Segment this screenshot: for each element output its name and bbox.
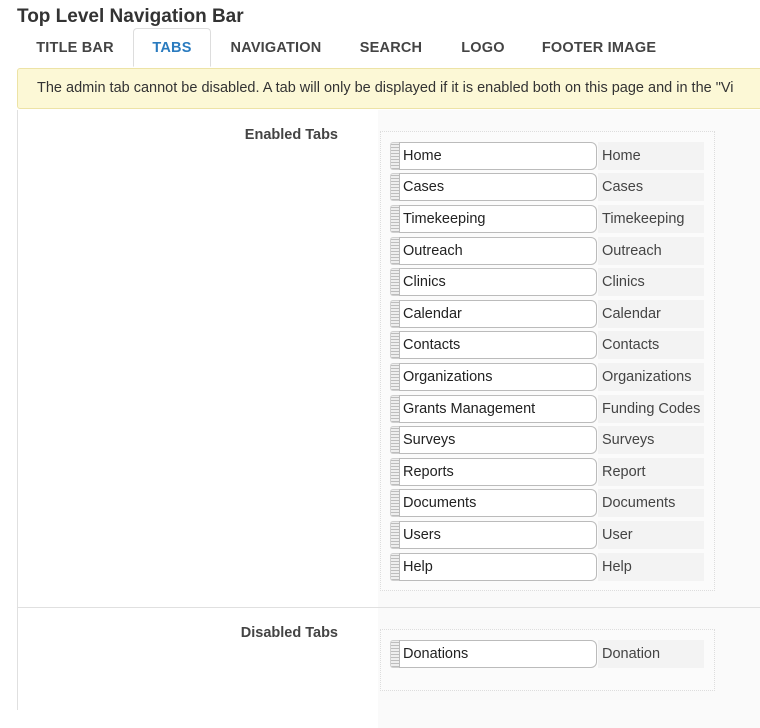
tab-default-name: Funding Codes	[598, 394, 704, 423]
tab-row[interactable]: Organizations	[390, 361, 704, 393]
disabled-tabs-list: Donation	[380, 629, 715, 691]
disabled-tabs-label: Disabled Tabs	[240, 625, 338, 641]
section-divider	[17, 607, 760, 608]
tab-name-input[interactable]	[399, 268, 597, 297]
drag-handle-icon[interactable]	[390, 394, 399, 423]
tab-name-input[interactable]	[399, 173, 597, 202]
tab-name-input[interactable]	[399, 331, 597, 360]
tab-row[interactable]: Report	[390, 456, 704, 488]
drag-handle-icon[interactable]	[390, 299, 399, 328]
tab-default-name: Outreach	[598, 236, 704, 265]
tab-default-name: Report	[598, 457, 704, 486]
tab-footer-image[interactable]: FOOTER IMAGE	[525, 28, 673, 67]
settings-panel: Enabled Tabs Home CasesTimekeeping Outreac…	[17, 110, 760, 728]
tab-row[interactable]: User	[390, 519, 704, 551]
drag-handle-icon[interactable]	[390, 141, 399, 170]
tab-row[interactable]: Contacts	[390, 330, 704, 362]
enabled-tabs-list: Home CasesTimekeeping Outreach ClinicsCalen…	[380, 131, 715, 592]
tab-default-name: Clinics	[598, 268, 704, 297]
tab-navigation[interactable]: NAVIGATION	[213, 28, 339, 67]
tab-default-name: Donation	[598, 639, 704, 668]
drag-handle-icon[interactable]	[390, 552, 399, 581]
tab-row[interactable]: Cases	[390, 172, 704, 204]
tab-row[interactable]: Calendar	[390, 298, 704, 330]
tab-row[interactable]: Documents	[390, 488, 704, 520]
tab-row[interactable]: Home	[390, 140, 704, 172]
tab-title-bar[interactable]: TITLE BAR	[17, 28, 133, 67]
tab-default-name: Contacts	[598, 331, 704, 360]
tab-name-input[interactable]	[399, 639, 597, 668]
tab-search[interactable]: SEARCH	[341, 28, 441, 67]
tab-default-name: User	[598, 520, 704, 549]
tab-row[interactable]: Timekeeping	[390, 203, 704, 235]
drag-handle-icon[interactable]	[390, 236, 399, 265]
tab-default-name: Organizations	[598, 362, 704, 391]
tab-row[interactable]: Help	[390, 551, 704, 583]
tab-name-input[interactable]	[399, 362, 597, 391]
tab-name-input[interactable]	[399, 552, 597, 581]
tab-row[interactable]: Clinics	[390, 266, 704, 298]
tab-name-input[interactable]	[399, 299, 597, 328]
tab-row[interactable]: Donation	[390, 638, 704, 670]
drag-handle-icon[interactable]	[390, 489, 399, 518]
drag-handle-icon[interactable]	[390, 268, 399, 297]
drag-handle-icon[interactable]	[390, 639, 399, 668]
tab-name-input[interactable]	[399, 489, 597, 518]
tab-logo[interactable]: LOGO	[443, 28, 523, 67]
tab-name-input[interactable]	[399, 457, 597, 486]
drag-handle-icon[interactable]	[390, 520, 399, 549]
tab-row[interactable]: Surveys	[390, 424, 704, 456]
tab-row[interactable]: Outreach	[390, 235, 704, 267]
tab-default-name: Home	[598, 141, 704, 170]
enabled-tabs-label: Enabled Tabs	[244, 127, 338, 143]
page-title: Top Level Navigation Bar	[17, 6, 244, 27]
tab-row[interactable]: Funding Codes	[390, 393, 704, 425]
tab-default-name: Surveys	[598, 426, 704, 455]
drag-handle-icon[interactable]	[390, 173, 399, 202]
tab-name-input[interactable]	[399, 520, 597, 549]
drag-handle-icon[interactable]	[390, 331, 399, 360]
tab-default-name: Documents	[598, 489, 704, 518]
tab-name-input[interactable]	[399, 394, 597, 423]
tab-name-input[interactable]	[399, 204, 597, 233]
tab-default-name: Timekeeping	[598, 204, 704, 233]
tab-name-input[interactable]	[399, 236, 597, 265]
drag-handle-icon[interactable]	[390, 426, 399, 455]
tab-default-name: Help	[598, 552, 704, 581]
drag-handle-icon[interactable]	[390, 204, 399, 233]
tab-name-input[interactable]	[399, 426, 597, 455]
drag-handle-icon[interactable]	[390, 362, 399, 391]
tab-tabs[interactable]: TABS	[133, 28, 211, 67]
settings-tabs: TITLE BAR TABS NAVIGATION SEARCH LOGO FO…	[17, 28, 760, 67]
admin-tab-notice: The admin tab cannot be disabled. A tab …	[17, 68, 760, 109]
tab-default-name: Calendar	[598, 299, 704, 328]
tab-name-input[interactable]	[399, 141, 597, 170]
tab-default-name: Cases	[598, 173, 704, 202]
drag-handle-icon[interactable]	[390, 457, 399, 486]
